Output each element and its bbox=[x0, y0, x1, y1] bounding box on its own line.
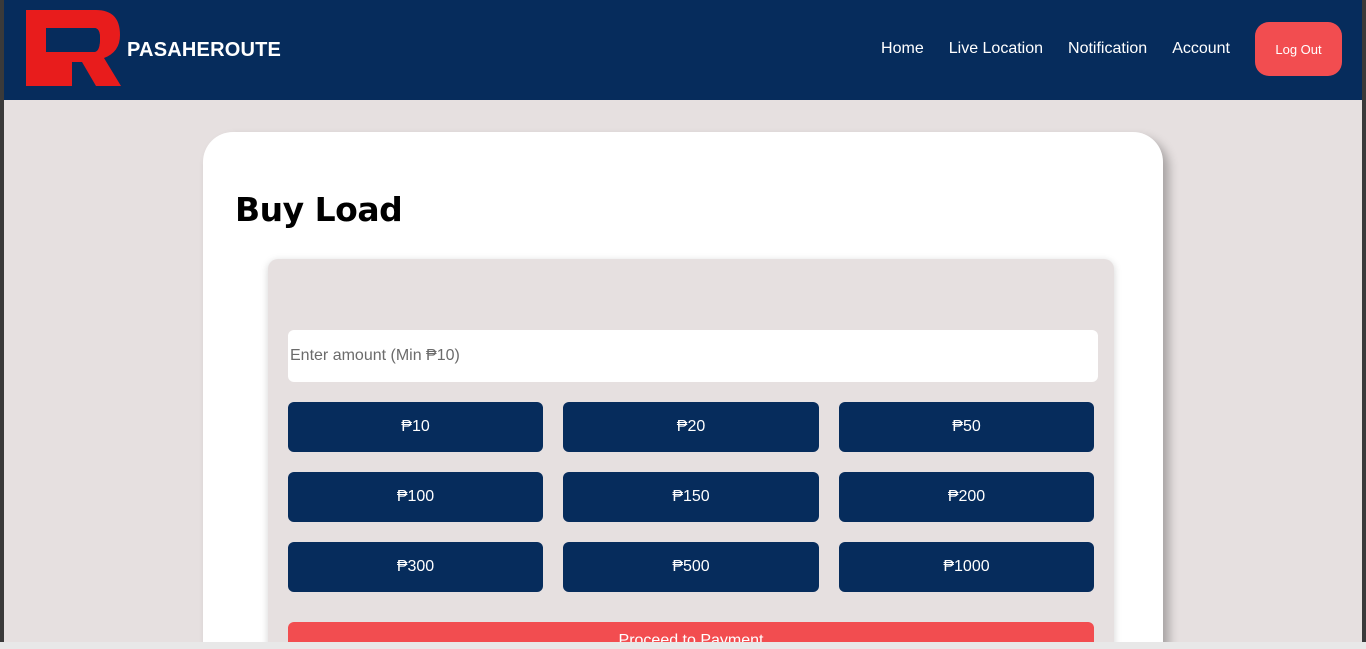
nav-home-link[interactable]: Home bbox=[881, 40, 924, 58]
buy-load-card: Buy Load ₱10 ₱20 ₱50 ₱100 ₱150 ₱200 ₱300… bbox=[203, 132, 1163, 642]
amount-button-50[interactable]: ₱50 bbox=[839, 402, 1094, 452]
logout-button[interactable]: Log Out bbox=[1255, 22, 1342, 76]
amount-button-1000[interactable]: ₱1000 bbox=[839, 542, 1094, 592]
load-panel: ₱10 ₱20 ₱50 ₱100 ₱150 ₱200 ₱300 ₱500 ₱10… bbox=[268, 259, 1114, 642]
amount-input[interactable] bbox=[288, 330, 1098, 382]
amount-button-150[interactable]: ₱150 bbox=[563, 472, 819, 522]
nav-account-link[interactable]: Account bbox=[1172, 40, 1230, 58]
window-bottom-edge bbox=[0, 642, 1366, 649]
amount-button-100[interactable]: ₱100 bbox=[288, 472, 543, 522]
amount-button-grid: ₱10 ₱20 ₱50 ₱100 ₱150 ₱200 ₱300 ₱500 ₱10… bbox=[288, 402, 1094, 592]
nav-live-location-link[interactable]: Live Location bbox=[949, 40, 1043, 58]
page-title: Buy Load bbox=[235, 190, 403, 229]
amount-button-300[interactable]: ₱300 bbox=[288, 542, 543, 592]
pasaheroute-logo-icon[interactable] bbox=[24, 8, 122, 88]
amount-button-20[interactable]: ₱20 bbox=[563, 402, 819, 452]
amount-button-500[interactable]: ₱500 bbox=[563, 542, 819, 592]
nav-notification-link[interactable]: Notification bbox=[1068, 40, 1147, 58]
amount-button-10[interactable]: ₱10 bbox=[288, 402, 543, 452]
navbar: PASAHEROUTE Home Live Location Notificat… bbox=[4, 0, 1362, 100]
amount-button-200[interactable]: ₱200 bbox=[839, 472, 1094, 522]
proceed-to-payment-button[interactable]: Proceed to Payment bbox=[288, 622, 1094, 642]
brand-name[interactable]: PASAHEROUTE bbox=[127, 39, 281, 62]
nav-links: Home Live Location Notification Account … bbox=[881, 0, 1362, 100]
app-window: PASAHEROUTE Home Live Location Notificat… bbox=[4, 0, 1362, 642]
